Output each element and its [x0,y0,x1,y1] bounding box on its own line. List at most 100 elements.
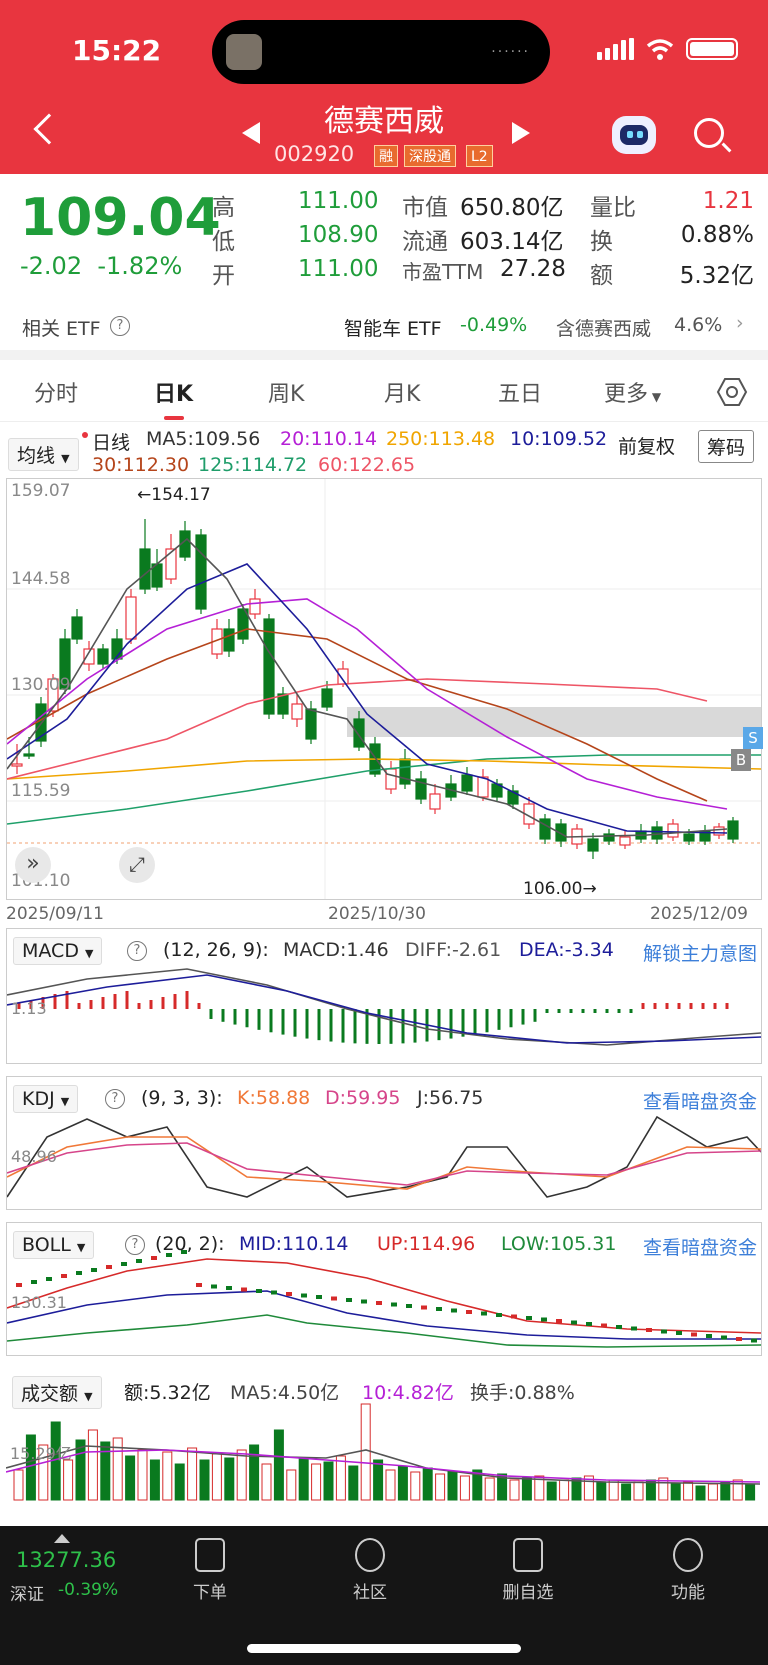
candle-body [429,793,441,810]
amount-bar [521,1477,532,1501]
amount-bar [435,1473,446,1501]
amount-bar [224,1457,235,1501]
period-tabs: 分时 日K 周K 月K 五日 更多 ▼ [0,362,768,422]
media-thumbnail [226,34,262,70]
amount-bar [13,1469,24,1501]
amount-bar [670,1483,681,1501]
boll-price-mark [721,1335,727,1340]
dark-pool-link[interactable]: 查看暗盘资金 [643,1087,757,1114]
float-value: 603.14亿 [460,229,564,255]
dark-pool-link-2[interactable]: 查看暗盘资金 [643,1233,757,1260]
amount-bar [249,1444,260,1501]
tab-monthly-k[interactable]: 月K [384,376,420,408]
candle-body [305,708,317,740]
quote-panel: 109.04 -2.02 -1.82% 高 111.00 低 108.90 开 … [0,176,768,296]
high-label: 高 [212,195,235,221]
amount-bar [286,1469,297,1501]
kdj-panel[interactable]: KDJ ▼ ? (9, 3, 3): K:58.88 D:59.95 J:56.… [6,1076,762,1210]
boll-price-mark [121,1262,127,1266]
candle-body [11,763,23,767]
kdj-selector[interactable]: KDJ ▼ [13,1085,79,1113]
boll-price-mark [391,1302,397,1307]
macd-value: MACD:1.46 [283,939,389,961]
amount-bar [348,1465,359,1501]
boll-price-mark [346,1298,352,1302]
amount-ma5: MA5:4.50亿 [230,1382,340,1404]
amount-selector[interactable]: 成交额 ▼ [12,1376,102,1409]
candle-body [223,628,235,652]
boll-price-mark [496,1313,502,1317]
expand-left-icon[interactable]: » [15,847,51,883]
kline-chart[interactable]: 159.07 144.58 130.09 115.59 101.10 ←154.… [6,478,763,900]
robot-assistant-icon[interactable] [612,116,656,154]
buy-marker: B [731,749,751,771]
open-value: 111.00 [298,256,379,282]
open-label: 开 [212,263,235,289]
boll-price-mark [271,1290,277,1295]
unlock-link[interactable]: 解锁主力意图 [643,939,757,966]
candle-body [97,648,109,665]
boll-help-icon[interactable]: ? [125,1235,145,1255]
boll-panel[interactable]: BOLL ▼ ? (20, 2): MID:110.14 UP:114.96 L… [6,1222,762,1356]
search-icon[interactable] [694,118,724,148]
etf-label: 相关 ETF [22,318,101,340]
signal-icon [597,38,634,60]
amount-value: 额:5.32亿 [124,1382,211,1404]
kdj-k: K:58.88 [237,1087,311,1109]
nav-functions[interactable]: 功能 [648,1538,728,1603]
status-time: 15:22 [72,34,162,67]
kdj-help-icon[interactable]: ? [105,1089,125,1109]
boll-up: UP:114.96 [377,1233,476,1255]
stock-code: 002920 [274,142,355,166]
tab-more[interactable]: 更多 ▼ [604,376,661,408]
mktcap-label: 市值 [402,195,448,221]
amount-bar [546,1481,557,1501]
tab-weekly-k[interactable]: 周K [268,376,304,408]
tab-daily-k[interactable]: 日K [154,376,193,408]
boll-price-mark [46,1277,52,1281]
boll-price-mark [556,1319,562,1323]
low-value: 108.90 [298,222,379,248]
chips-button[interactable]: 筹码 [698,430,755,463]
boll-low: LOW:105.31 [501,1233,617,1255]
macd-dea: DEA:-3.34 [519,939,614,961]
candle-body [165,548,177,580]
remove-watch-icon [513,1538,543,1572]
boll-selector[interactable]: BOLL ▼ [13,1231,95,1259]
macd-panel[interactable]: MACD ▼ ? (12, 26, 9): MACD:1.46 DIFF:-2.… [6,928,762,1064]
amount-panel[interactable]: 成交额 ▼ 额:5.32亿 MA5:4.50亿 10:4.82亿 换手:0.88… [6,1368,762,1504]
prev-stock-icon[interactable] [242,122,260,144]
index-value[interactable]: 13277.36 [16,1548,116,1572]
candle-body [291,703,303,720]
boll-price-mark [571,1320,577,1325]
next-stock-icon[interactable] [512,122,530,144]
bottom-bar: 13277.36 深证 -0.39% 下单 社区 删自选 功能 [0,1526,768,1665]
related-etf-row[interactable]: 相关 ETF ? 智能车 ETF -0.49% 含德赛西威 4.6% › [0,298,768,350]
help-icon[interactable]: ? [110,316,130,336]
amount-bar [373,1459,384,1501]
tab-five-day[interactable]: 五日 [498,376,542,408]
vr-value: 1.21 [702,188,754,214]
nav-order[interactable]: 下单 [170,1538,250,1603]
boll-price-mark [586,1322,592,1326]
ma-selector[interactable]: 均线 ▼ [8,438,79,471]
candle-body [249,598,261,615]
tab-intraday[interactable]: 分时 [34,376,78,408]
amount-bar [447,1471,458,1501]
nav-remove-watchlist[interactable]: 删自选 [488,1538,568,1603]
nav-community[interactable]: 社区 [330,1538,410,1603]
expand-up-icon[interactable] [54,1534,70,1543]
macd-selector[interactable]: MACD ▼ [13,937,103,965]
kline-canvas [7,479,761,899]
boll-price-mark [661,1329,667,1334]
boll-price-mark [616,1325,622,1329]
fullscreen-icon[interactable]: ⤢ [119,847,155,883]
candle-body [619,836,631,846]
turnover-value: 0.88% [680,222,754,248]
macd-help-icon[interactable]: ? [127,941,147,961]
settings-icon[interactable] [716,376,748,408]
adjust-mode[interactable]: 前复权 [618,432,675,459]
amount-bar [87,1429,98,1501]
candle-body [399,758,411,785]
battery-icon [686,38,738,60]
